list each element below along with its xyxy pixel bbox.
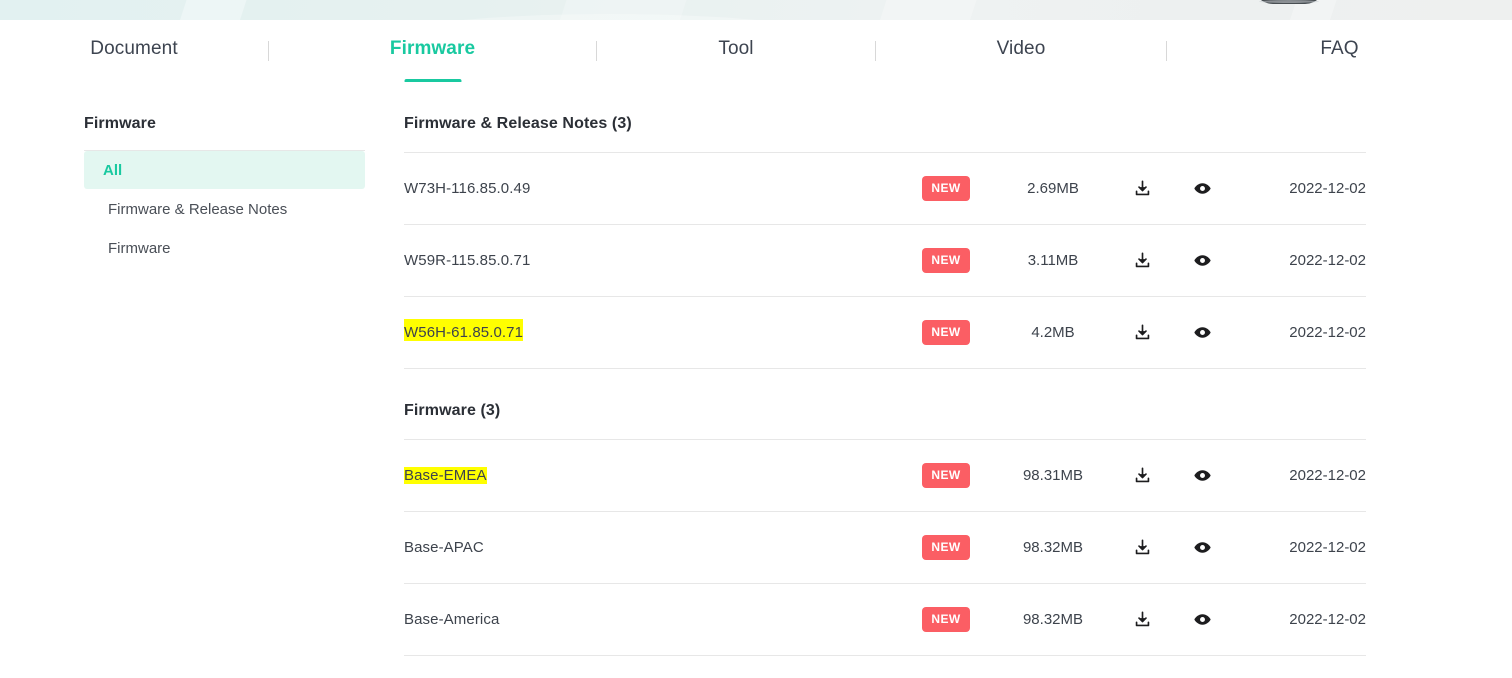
- download-icon[interactable]: [1112, 538, 1172, 557]
- badge-cell: NEW: [898, 248, 994, 273]
- eye-icon[interactable]: [1172, 251, 1232, 270]
- sidebar: Firmware All Firmware & Release Notes Firm…: [84, 82, 365, 267]
- eye-icon[interactable]: [1172, 538, 1232, 557]
- table-row[interactable]: W59R-115.85.0.71 NEW 3.11MB 2022-12-02: [404, 225, 1366, 297]
- release-date: 2022-12-02: [1289, 324, 1366, 341]
- sidebar-item-label: All: [103, 161, 123, 179]
- table-row[interactable]: Base-APAC NEW 98.32MB 2022-12-02: [404, 512, 1366, 584]
- hero-banner: [0, 0, 1512, 20]
- table-row[interactable]: Base-America NEW 98.32MB 2022-12-02: [404, 584, 1366, 656]
- status-badge: NEW: [922, 535, 970, 560]
- file-size: 98.32MB: [1022, 539, 1084, 556]
- badge-cell: NEW: [898, 320, 994, 345]
- text-highlight: W56H-61.85.0.71: [404, 324, 524, 341]
- tab-tool[interactable]: Tool: [597, 20, 875, 82]
- download-icon[interactable]: [1112, 610, 1172, 629]
- hero-sheen-decoration: [860, 0, 990, 20]
- table-row[interactable]: W56H-61.85.0.71 NEW 4.2MB 2022-12-02: [404, 297, 1366, 369]
- file-size: 2.69MB: [1027, 180, 1079, 197]
- status-badge: NEW: [922, 248, 970, 273]
- release-date: 2022-12-02: [1289, 611, 1366, 628]
- file-name: W56H-61.85.0.71: [404, 324, 898, 341]
- status-badge: NEW: [922, 176, 970, 201]
- eye-icon[interactable]: [1172, 610, 1232, 629]
- sidebar-item-label: Firmware & Release Notes: [108, 200, 288, 218]
- page-body: Firmware All Firmware & Release Notes Firm…: [0, 82, 1512, 678]
- file-name: W59R-115.85.0.71: [404, 252, 531, 269]
- release-date: 2022-12-02: [1289, 180, 1366, 197]
- badge-cell: NEW: [898, 607, 994, 632]
- table-row[interactable]: W73H-116.85.0.49 NEW 2.69MB 2022-12-02: [404, 153, 1366, 225]
- group-title: Firmware (3): [404, 402, 501, 419]
- file-name: Base-America: [404, 611, 500, 628]
- tab-list: Document Firmware Tool Video FAQ: [0, 20, 1512, 83]
- tab-faq[interactable]: FAQ: [1167, 20, 1512, 82]
- group-title: Firmware & Release Notes (3): [404, 115, 632, 132]
- download-icon[interactable]: [1112, 179, 1172, 198]
- status-badge: NEW: [922, 607, 970, 632]
- sidebar-item-firmware[interactable]: Firmware: [84, 229, 365, 267]
- badge-cell: NEW: [898, 535, 994, 560]
- content-group: Firmware & Release Notes (3) W73H-116.85.…: [404, 82, 1366, 369]
- eye-icon[interactable]: [1172, 323, 1232, 342]
- tab-label: Firmware: [389, 38, 476, 59]
- sidebar-item-firmware-release-notes[interactable]: Firmware & Release Notes: [84, 190, 365, 228]
- file-size: 4.2MB: [1031, 324, 1075, 341]
- tab-label: Video: [996, 38, 1046, 59]
- sidebar-title: Firmware: [84, 115, 156, 132]
- eye-icon[interactable]: [1172, 179, 1232, 198]
- tab-label: Document: [90, 38, 178, 59]
- content-group: Firmware (3) Base-EMEA NEW 98.31MB 2022-12-0…: [404, 369, 1366, 656]
- tab-document[interactable]: Document: [0, 20, 268, 82]
- badge-cell: NEW: [898, 176, 994, 201]
- sidebar-item-label: Firmware: [108, 239, 171, 257]
- tab-label: FAQ: [1320, 38, 1359, 59]
- status-badge: NEW: [922, 463, 970, 488]
- release-date: 2022-12-02: [1289, 539, 1366, 556]
- file-size: 98.32MB: [1022, 611, 1084, 628]
- tab-video[interactable]: Video: [876, 20, 1166, 82]
- download-icon[interactable]: [1112, 323, 1172, 342]
- file-size: 98.31MB: [1022, 467, 1084, 484]
- text-highlight: Base-EMEA: [404, 467, 487, 484]
- eye-icon[interactable]: [1172, 466, 1232, 485]
- file-name: W73H-116.85.0.49: [404, 180, 531, 197]
- hero-sheen-decoration: [160, 0, 260, 20]
- release-date: 2022-12-02: [1289, 467, 1366, 484]
- download-icon[interactable]: [1112, 466, 1172, 485]
- file-name: Base-APAC: [404, 539, 484, 556]
- release-date: 2022-12-02: [1289, 252, 1366, 269]
- file-name: Base-EMEA: [404, 467, 898, 484]
- tab-bar: Document Firmware Tool Video FAQ: [0, 20, 1512, 83]
- sidebar-item-all[interactable]: All: [84, 151, 365, 189]
- badge-cell: NEW: [898, 463, 994, 488]
- main-content: Firmware & Release Notes (3) W73H-116.85.…: [404, 82, 1366, 656]
- download-icon[interactable]: [1112, 251, 1172, 270]
- status-badge: NEW: [922, 320, 970, 345]
- tab-label: Tool: [718, 38, 754, 59]
- table-row[interactable]: Base-EMEA NEW 98.31MB 2022-12-02: [404, 440, 1366, 512]
- sidebar-list: All Firmware & Release Notes Firmware: [84, 151, 365, 267]
- tab-firmware[interactable]: Firmware: [269, 20, 596, 83]
- file-size: 3.11MB: [1027, 252, 1079, 269]
- hero-sheen-decoration: [540, 0, 700, 20]
